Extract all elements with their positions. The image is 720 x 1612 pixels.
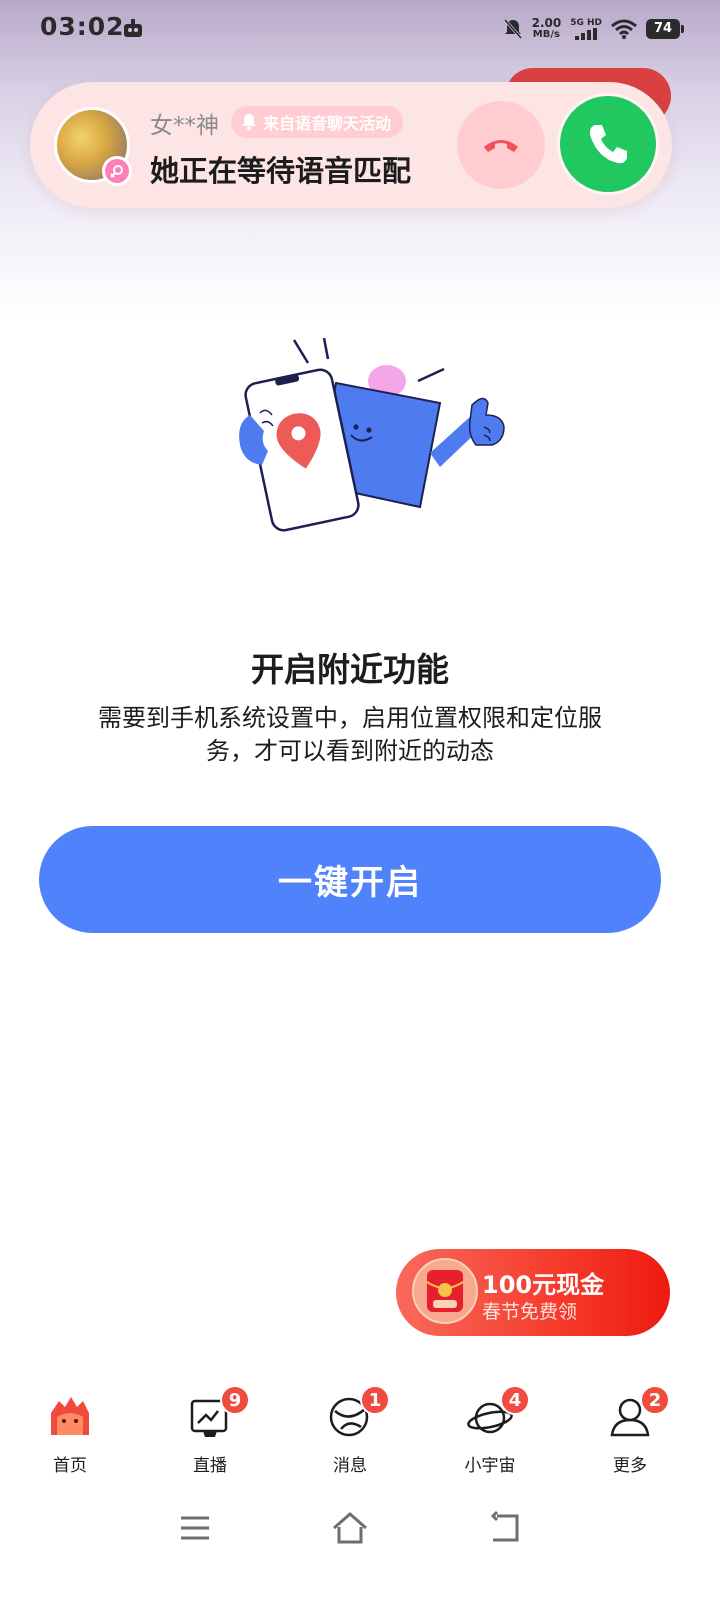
nav-label: 直播 — [193, 1456, 227, 1476]
promo-title: 100元现金 — [482, 1271, 605, 1299]
decline-call-button[interactable] — [457, 101, 545, 189]
home-nav-icon[interactable] — [330, 1508, 370, 1548]
status-bar: 03:02 2.00 MB/s 5G HD 74 — [0, 0, 720, 56]
back-icon[interactable] — [485, 1508, 525, 1548]
incoming-call-banner[interactable]: 女**神 来自语音聊天活动 她正在等待语音匹配 — [30, 82, 672, 208]
location-illustration — [239, 337, 505, 532]
feature-title: 开启附近功能 — [251, 650, 449, 689]
unread-badge: 2 — [640, 1385, 670, 1415]
source-tag: 来自语音聊天活动 — [231, 106, 404, 138]
status-time: 03:02 — [40, 12, 125, 41]
hangup-icon — [484, 140, 518, 152]
signal-icon — [575, 28, 598, 40]
nav-item-messages[interactable]: 1 消息 — [300, 1385, 400, 1480]
system-navigation-bar — [0, 1500, 700, 1560]
mute-icon — [503, 19, 522, 39]
cash-promo-button[interactable]: 100元现金 春节免费领 — [396, 1249, 670, 1336]
battery-indicator: 74 — [646, 19, 684, 39]
red-envelope-icon — [412, 1258, 478, 1324]
robot-icon — [124, 19, 142, 37]
nav-item-live[interactable]: 9 直播 — [160, 1385, 260, 1480]
unread-badge: 9 — [220, 1385, 250, 1415]
female-icon — [102, 156, 132, 186]
promo-subtitle: 春节免费领 — [482, 1301, 578, 1323]
network-speed: 2.00 MB/s — [531, 16, 562, 40]
unread-badge: 1 — [360, 1385, 390, 1415]
unread-badge: 4 — [500, 1385, 530, 1415]
nav-item-home[interactable]: 首页 — [20, 1385, 120, 1480]
bell-icon — [242, 114, 256, 131]
wifi-icon — [611, 19, 637, 39]
nav-item-more[interactable]: 2 更多 — [580, 1385, 680, 1480]
menu-icon[interactable] — [175, 1508, 215, 1548]
caller-name: 女**神 — [150, 113, 219, 139]
nav-label: 首页 — [53, 1456, 87, 1476]
nav-label: 小宇宙 — [464, 1456, 516, 1476]
call-status-text: 她正在等待语音匹配 — [150, 154, 412, 188]
nav-item-universe[interactable]: 4 小宇宙 — [440, 1385, 540, 1480]
accept-call-button[interactable] — [560, 96, 656, 192]
bottom-nav: 首页 9 直播 1 消息 4 小宇宙 2 更多 — [0, 1385, 700, 1485]
feature-description: 需要到手机系统设置中，启用位置权限和定位服务，才可以看到附近的动态 — [98, 704, 602, 765]
phone-icon — [589, 125, 627, 164]
nav-label: 消息 — [333, 1456, 367, 1476]
nav-label: 更多 — [613, 1456, 647, 1476]
home-icon — [51, 1397, 89, 1435]
enable-location-button[interactable]: 一键开启 — [39, 826, 661, 933]
signal-indicator: 5G HD — [570, 18, 602, 40]
